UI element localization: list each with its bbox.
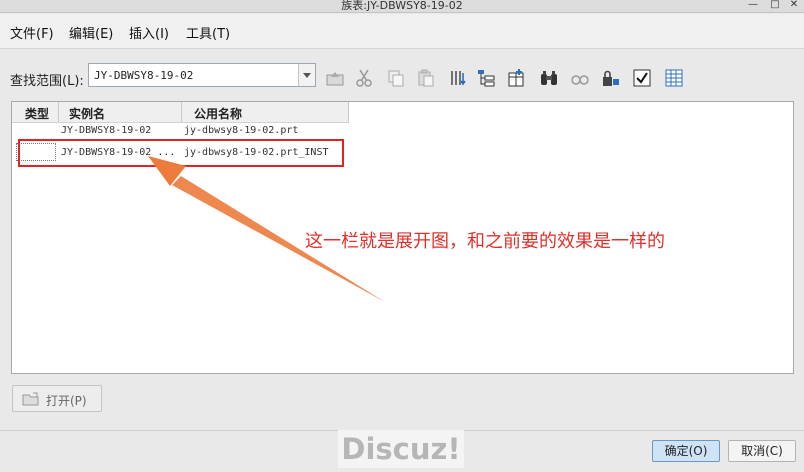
table-edit-icon[interactable]: [664, 68, 684, 88]
open-folder-icon: [22, 392, 39, 406]
column-common-name[interactable]: 公用名称: [194, 105, 242, 122]
maximize-button[interactable]: □: [768, 0, 782, 12]
row-instance-name: JY-DBWSY8-19-02: [61, 125, 152, 136]
tree-view-icon[interactable]: [476, 68, 496, 88]
cut-icon[interactable]: [354, 68, 374, 88]
glasses-preview-icon[interactable]: [570, 68, 590, 88]
title-bar: 族表:JY-DBWSY8-19-02 — □ ✕: [0, 0, 804, 13]
minimize-button[interactable]: —: [746, 0, 760, 12]
menu-edit[interactable]: 编辑(E): [69, 23, 113, 42]
sort-icon[interactable]: [448, 68, 468, 88]
menu-tools[interactable]: 工具(T): [186, 23, 230, 42]
window-title: 族表:JY-DBWSY8-19-02: [341, 0, 463, 12]
menu-insert[interactable]: 插入(I): [129, 23, 169, 42]
combo-dropdown-button[interactable]: [298, 64, 315, 86]
open-button-label: 打开(P): [46, 394, 87, 408]
lookin-combo[interactable]: JY-DBWSY8-19-02: [88, 63, 316, 87]
lock-icon[interactable]: [601, 68, 621, 88]
table-add-icon[interactable]: [507, 68, 527, 88]
watermark-logo: Discuz!: [338, 430, 464, 468]
menu-bar: 文件(F) 编辑(E) 插入(I) 工具(T): [0, 14, 804, 49]
paste-icon[interactable]: [416, 68, 436, 88]
list-header: 类型 实例名 公用名称: [12, 102, 349, 123]
chevron-down-icon: [303, 73, 311, 78]
close-button[interactable]: ✕: [787, 0, 801, 12]
copy-icon[interactable]: [386, 68, 406, 88]
open-button[interactable]: 打开(P): [12, 385, 102, 412]
binoculars-find-icon[interactable]: [539, 68, 559, 88]
verify-check-icon[interactable]: [632, 68, 652, 88]
up-folder-icon[interactable]: [325, 68, 345, 88]
column-instance-name[interactable]: 实例名: [69, 105, 105, 122]
lookin-value: JY-DBWSY8-19-02: [94, 69, 194, 82]
column-type[interactable]: 类型: [25, 105, 49, 122]
lookin-label: 查找范围(L):: [10, 74, 84, 89]
row-common-name: jy-dbwsy8-19-02.prt: [184, 125, 299, 136]
annotation-text: 这一栏就是展开图，和之前要的效果是一样的: [305, 231, 665, 252]
toolbar: 查找范围(L): JY-DBWSY8-19-02: [0, 49, 804, 99]
annotation-highlight-box: [18, 139, 344, 167]
cancel-button[interactable]: 取消(C): [728, 440, 796, 462]
menu-file[interactable]: 文件(F): [10, 23, 54, 42]
ok-button[interactable]: 确定(O): [652, 440, 720, 462]
